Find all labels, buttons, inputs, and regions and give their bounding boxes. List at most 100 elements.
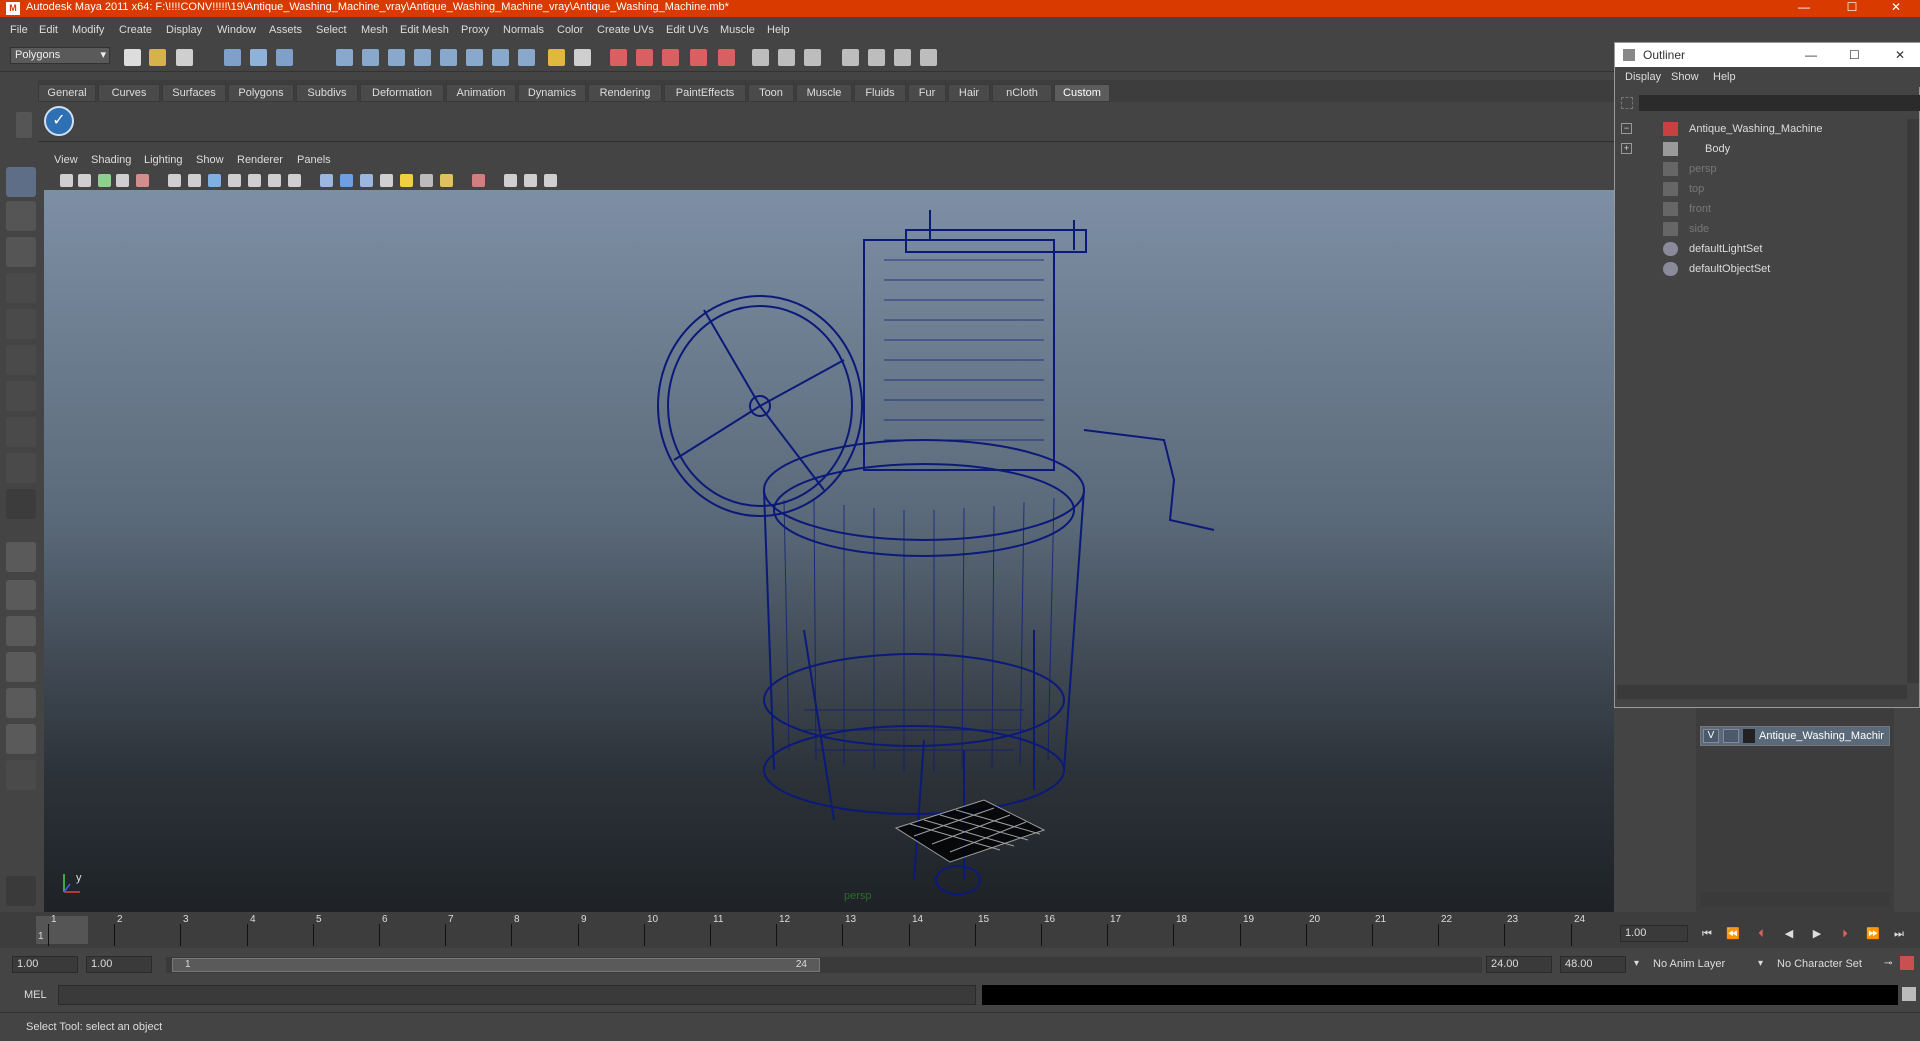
tab-deformation[interactable]: Deformation (360, 84, 444, 102)
menu-help[interactable]: Help (767, 24, 790, 36)
outliner-minimize-button[interactable]: — (1805, 43, 1817, 67)
menu-edit-mesh[interactable]: Edit Mesh (400, 24, 449, 36)
persp-graph-hypergraph-layout-icon[interactable] (6, 724, 36, 754)
tab-fur[interactable]: Fur (908, 84, 946, 102)
step-back-key-icon[interactable]: ⏴ (1754, 927, 1768, 941)
smooth-shade-icon[interactable] (340, 174, 353, 187)
bookmarks-icon[interactable] (98, 174, 111, 187)
soft-modification-icon[interactable] (6, 417, 36, 447)
menu-proxy[interactable]: Proxy (461, 24, 489, 36)
tab-fluids[interactable]: Fluids (854, 84, 906, 102)
lasso-tool-icon[interactable] (6, 201, 36, 231)
gate-mask-icon[interactable] (228, 174, 241, 187)
snap-plane-icon[interactable] (414, 49, 431, 66)
go-to-start-icon[interactable]: ⏮ (1700, 927, 1714, 941)
expand-icon[interactable]: + (1621, 143, 1632, 154)
outliner-item[interactable]: − Antique_Washing_Machine (1615, 119, 1905, 139)
menu-normals[interactable]: Normals (503, 24, 544, 36)
select-component-icon[interactable] (276, 49, 293, 66)
outliner-item[interactable]: + Body (1615, 139, 1905, 159)
select-hierarchy-icon[interactable] (224, 49, 241, 66)
menu-display[interactable]: Display (166, 24, 202, 36)
muscle-icon[interactable] (6, 876, 36, 906)
film-gate-icon[interactable] (188, 174, 201, 187)
outliner-item[interactable]: top (1615, 179, 1905, 199)
snap-grid-icon[interactable] (336, 49, 353, 66)
menu-window[interactable]: Window (217, 24, 256, 36)
single-perspective-layout-icon[interactable] (6, 542, 36, 572)
chevron-down-icon[interactable]: ▾ (1634, 958, 1639, 969)
command-language-label[interactable]: MEL (24, 989, 47, 1001)
chevron-down-icon[interactable]: ▾ (1758, 958, 1763, 969)
menu-file[interactable]: File (10, 24, 28, 36)
outliner-item[interactable]: persp (1615, 159, 1905, 179)
help-query-icon[interactable] (518, 49, 535, 66)
snap-view-icon[interactable] (492, 49, 509, 66)
wireframe-on-shaded-icon[interactable] (360, 174, 373, 187)
snap-curve-icon[interactable] (362, 49, 379, 66)
tab-rendering[interactable]: Rendering (588, 84, 662, 102)
menu-create[interactable]: Create (119, 24, 152, 36)
select-by-name-icon[interactable] (574, 49, 591, 66)
scale-tool-icon[interactable] (6, 345, 36, 375)
outliner-item[interactable]: defaultLightSet (1615, 239, 1905, 259)
minimize-button[interactable]: — (1784, 0, 1824, 17)
collapse-icon[interactable]: − (1621, 123, 1632, 134)
menu-set-selector[interactable]: Polygons ▾ (10, 47, 110, 64)
select-camera-icon[interactable] (60, 174, 73, 187)
menu-mesh[interactable]: Mesh (361, 24, 388, 36)
textured-icon[interactable] (380, 174, 393, 187)
camera-attributes-icon[interactable] (78, 174, 91, 187)
layout-icon-4[interactable] (920, 49, 937, 66)
show-channel-box-icon[interactable] (752, 49, 769, 66)
lock-icon[interactable] (548, 49, 565, 66)
menu-muscle[interactable]: Muscle (720, 24, 755, 36)
script-editor-icon[interactable] (1902, 987, 1916, 1001)
shelf-menu-icon[interactable] (16, 112, 32, 138)
tab-subdivs[interactable]: Subdivs (296, 84, 358, 102)
perspective-viewport[interactable]: y persp (44, 190, 1614, 912)
current-frame-marker[interactable]: 1 (36, 916, 88, 944)
layout-icon-2[interactable] (868, 49, 885, 66)
new-scene-icon[interactable] (124, 49, 141, 66)
construction-history-icon[interactable] (610, 49, 627, 66)
anim-layer-selector[interactable]: No Anim Layer (1648, 956, 1756, 973)
layer-visibility-toggle[interactable]: V (1703, 729, 1719, 743)
check-icon[interactable]: ✓ (44, 106, 74, 136)
play-backwards-icon[interactable]: ◀ (1782, 927, 1796, 941)
hypershade-icon[interactable] (718, 49, 735, 66)
viewport-menu-lighting[interactable]: Lighting (144, 154, 183, 166)
select-object-icon[interactable] (250, 49, 267, 66)
filter-icon[interactable] (1621, 97, 1633, 109)
move-tool-icon[interactable] (6, 273, 36, 303)
playback-end-field[interactable]: 24.00 (1486, 956, 1552, 973)
layer-color-swatch[interactable] (1743, 729, 1755, 743)
four-view-layout-icon[interactable] (6, 580, 36, 610)
use-all-lights-icon[interactable] (400, 174, 413, 187)
anim-prefs-icon[interactable] (1900, 956, 1914, 970)
layer-playback-toggle[interactable] (1723, 729, 1739, 743)
field-chart-icon[interactable] (248, 174, 261, 187)
menu-edit[interactable]: Edit (39, 24, 58, 36)
save-scene-icon[interactable] (176, 49, 193, 66)
menu-assets[interactable]: Assets (269, 24, 302, 36)
outliner-close-button[interactable]: ✕ (1895, 43, 1905, 67)
play-forwards-icon[interactable]: ▶ (1810, 927, 1824, 941)
step-back-icon[interactable]: ⏪ (1726, 927, 1740, 941)
render-current-icon[interactable] (636, 49, 653, 66)
current-time-field[interactable]: 1.00 (1620, 925, 1688, 942)
safe-action-icon[interactable] (268, 174, 281, 187)
high-quality-icon[interactable] (440, 174, 453, 187)
image-plane-icon[interactable] (116, 174, 129, 187)
layer-scrollbar[interactable] (1700, 892, 1890, 906)
custom-layout-icon[interactable] (6, 760, 36, 790)
tab-painteffects[interactable]: PaintEffects (664, 84, 746, 102)
isolate-select-icon[interactable] (472, 174, 485, 187)
step-forward-icon[interactable]: ⏩ (1866, 927, 1880, 941)
end-time-field[interactable]: 48.00 (1560, 956, 1626, 973)
rotate-tool-icon[interactable] (6, 309, 36, 339)
viewport-menu-view[interactable]: View (54, 154, 78, 166)
tab-general[interactable]: General (38, 84, 96, 102)
key-icon[interactable]: ⊸ (1884, 958, 1892, 969)
viewport-menu-show[interactable]: Show (196, 154, 224, 166)
